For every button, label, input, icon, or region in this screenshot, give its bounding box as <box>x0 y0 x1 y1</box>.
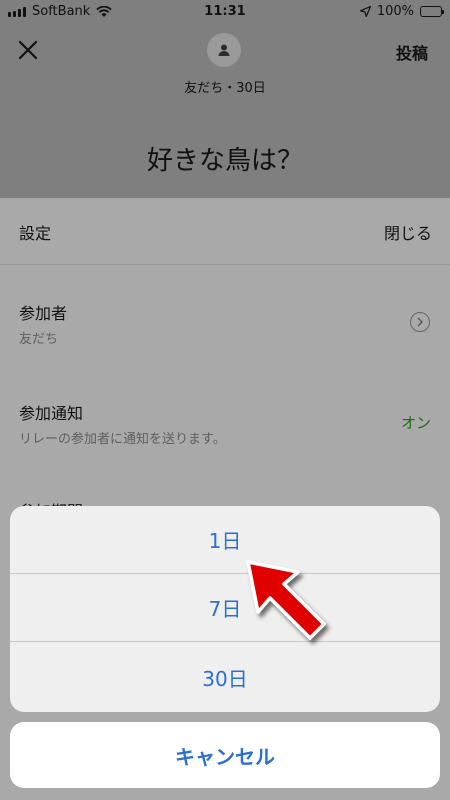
period-options: 1日 7日 30日 <box>10 506 440 712</box>
close-icon[interactable] <box>16 38 44 66</box>
settings-close-button[interactable]: 閉じる <box>384 220 432 244</box>
status-bar: SoftBank 11:31 100% <box>0 0 450 26</box>
participants-row[interactable]: 参加者 友だち <box>0 282 450 362</box>
settings-header: 設定 閉じる <box>0 198 450 265</box>
battery-icon <box>420 6 444 17</box>
notification-toggle[interactable]: オン <box>401 412 431 433</box>
notification-description: リレーの参加者に通知を送ります。 <box>19 432 226 447</box>
location-icon <box>359 6 371 17</box>
person-icon <box>218 44 230 56</box>
post-button[interactable]: 投稿 <box>396 40 428 64</box>
cancel-button[interactable]: キャンセル <box>10 722 440 788</box>
option-1-day[interactable]: 1日 <box>10 506 440 574</box>
participants-title: 参加者 <box>19 304 68 323</box>
settings-title: 設定 <box>19 224 52 243</box>
relay-subtitle: 友だち・30日 <box>184 81 266 96</box>
participants-value: 友だち <box>19 332 59 347</box>
status-right: 100% <box>359 4 444 19</box>
option-7-days[interactable]: 7日 <box>10 574 440 642</box>
relay-question: 好きな鳥は？ <box>146 146 303 176</box>
battery-percent: 100% <box>376 4 414 19</box>
option-30-days[interactable]: 30日 <box>10 642 440 712</box>
pointer-arrow-icon <box>246 560 326 640</box>
notification-row: 参加通知 リレーの参加者に通知を送ります。 オン <box>0 382 450 462</box>
avatar <box>207 33 241 67</box>
notification-title: 参加通知 <box>19 404 84 423</box>
chevron-right-icon[interactable] <box>410 312 430 332</box>
